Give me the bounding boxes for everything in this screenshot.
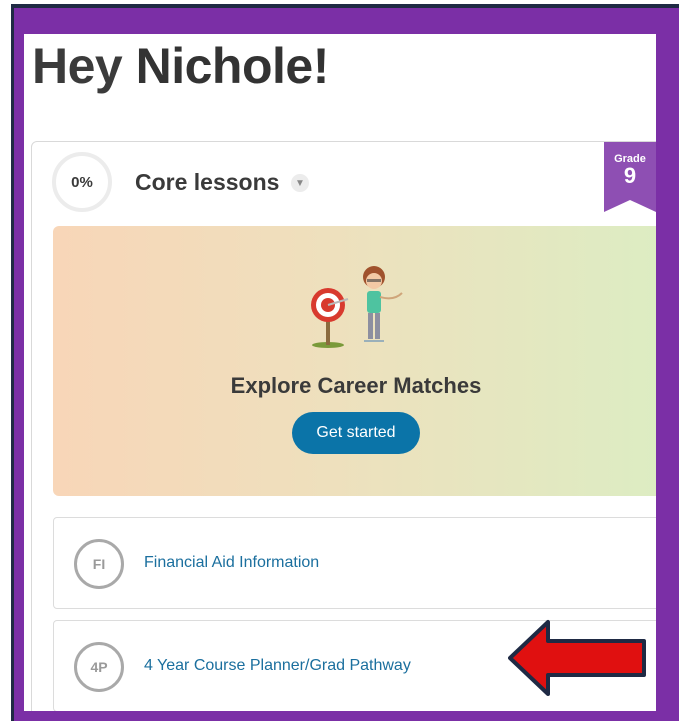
lesson-item-financial-aid[interactable]: FI Financial Aid Information xyxy=(53,517,656,609)
hero-title: Explore Career Matches xyxy=(230,373,482,398)
greeting-name: Nichole! xyxy=(135,38,330,94)
lesson-badge: 4P xyxy=(74,642,124,692)
page-greeting: Hey Nichole! xyxy=(32,36,329,96)
greeting-prefix: Hey xyxy=(32,38,136,94)
core-lessons-title[interactable]: Core lessons xyxy=(135,169,279,196)
lesson-link-course-planner[interactable]: 4 Year Course Planner/Grad Pathway xyxy=(144,657,411,675)
chevron-down-icon[interactable]: ▼ xyxy=(291,174,309,192)
arrow-left-icon xyxy=(508,620,646,696)
lesson-badge: FI xyxy=(74,539,124,589)
lesson-link-financial-aid[interactable]: Financial Aid Information xyxy=(144,554,319,572)
grade-ribbon: Grade 9 xyxy=(604,142,656,212)
target-archer-illustration-icon xyxy=(311,266,403,348)
progress-ring: 0% xyxy=(52,152,112,212)
career-matches-banner: Explore Career Matches Get started xyxy=(53,226,656,496)
get-started-button[interactable]: Get started xyxy=(292,412,420,454)
dashboard-content: Hey Nichole! 0% Core lessons ▼ Grade 9 E… xyxy=(24,34,656,711)
grade-value: 9 xyxy=(623,163,637,188)
progress-value: 0% xyxy=(71,173,93,191)
